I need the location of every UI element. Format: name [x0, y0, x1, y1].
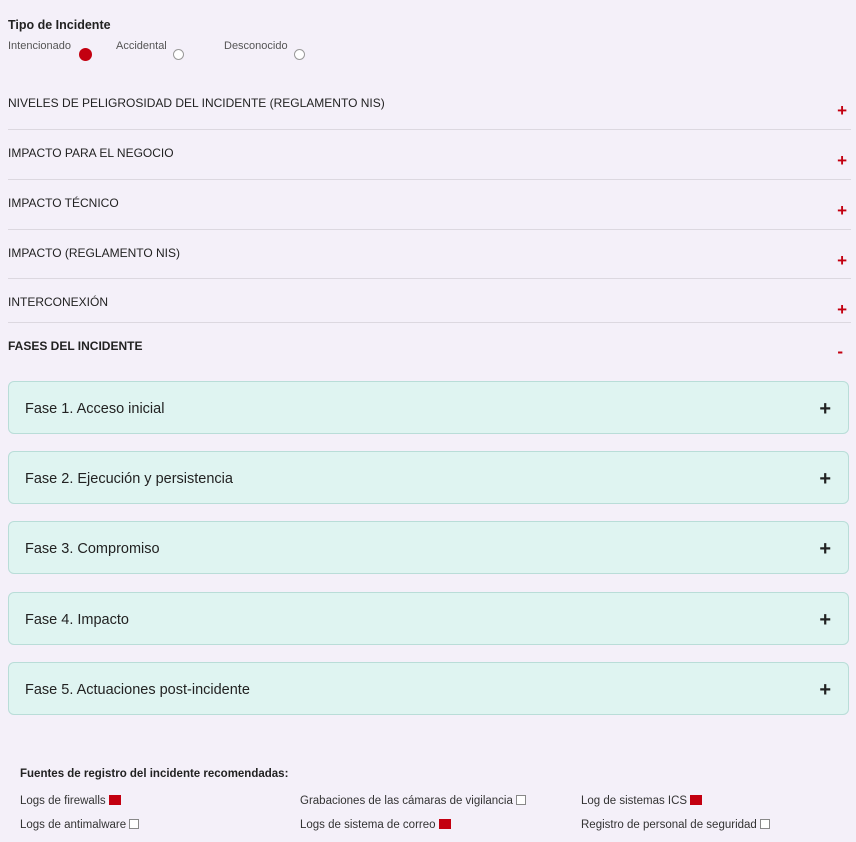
expand-icon[interactable]: + [837, 102, 847, 119]
source-checkbox[interactable] [515, 795, 526, 805]
source-label: Logs de antimalware [20, 819, 127, 831]
section-interconexion[interactable]: INTERCONEXIÓN + [8, 279, 851, 323]
fase-label: Fase 4. Impacto [25, 612, 129, 628]
radio-desconocido[interactable] [294, 49, 305, 60]
radio-accidental[interactable] [173, 49, 184, 60]
source-item: Registro de personal de seguridad [581, 819, 770, 831]
source-label: Registro de personal de seguridad [581, 819, 757, 831]
fase-1-panel[interactable]: Fase 1. Acceso inicial + [8, 381, 849, 434]
section-label: NIVELES DE PELIGROSIDAD DEL INCIDENTE (R… [8, 96, 385, 110]
source-checkbox[interactable] [108, 795, 121, 805]
source-item: Grabaciones de las cámaras de vigilancia [300, 795, 526, 807]
section-label: FASES DEL INCIDENTE [8, 339, 143, 353]
section-fases-incidente[interactable]: FASES DEL INCIDENTE - [8, 323, 851, 363]
sources-title: Fuentes de registro del incidente recome… [20, 768, 289, 780]
collapse-icon[interactable]: - [837, 343, 843, 360]
section-impacto-nis[interactable]: IMPACTO (REGLAMENTO NIS) + [8, 230, 851, 279]
radio-label-accidental: Accidental [116, 40, 167, 52]
tipo-incidente-title: Tipo de Incidente [8, 18, 111, 32]
fase-label: Fase 2. Ejecución y persistencia [25, 471, 233, 487]
expand-icon[interactable]: + [819, 539, 831, 559]
fase-4-panel[interactable]: Fase 4. Impacto + [8, 592, 849, 645]
fase-5-panel[interactable]: Fase 5. Actuaciones post-incidente + [8, 662, 849, 715]
source-item: Log de sistemas ICS [581, 795, 703, 807]
source-label: Logs de sistema de correo [300, 819, 436, 831]
section-label: IMPACTO TÉCNICO [8, 196, 119, 210]
section-niveles-peligrosidad[interactable]: NIVELES DE PELIGROSIDAD DEL INCIDENTE (R… [8, 88, 851, 130]
expand-icon[interactable]: + [837, 301, 847, 318]
source-item: Logs de antimalware [20, 819, 140, 831]
source-item: Logs de firewalls [20, 795, 121, 807]
source-label: Log de sistemas ICS [581, 795, 688, 807]
source-checkbox[interactable] [129, 819, 140, 829]
expand-icon[interactable]: + [837, 202, 847, 219]
section-label: IMPACTO PARA EL NEGOCIO [8, 146, 174, 160]
radio-label-desconocido: Desconocido [224, 40, 288, 52]
source-item: Logs de sistema de correo [300, 819, 451, 831]
expand-icon[interactable]: + [819, 469, 831, 489]
expand-icon[interactable]: + [819, 680, 831, 700]
section-impacto-tecnico[interactable]: IMPACTO TÉCNICO + [8, 180, 851, 230]
section-label: INTERCONEXIÓN [8, 295, 109, 309]
source-checkbox[interactable] [759, 819, 770, 829]
fase-label: Fase 5. Actuaciones post-incidente [25, 682, 250, 698]
fase-label: Fase 3. Compromiso [25, 541, 160, 557]
radio-intencionado[interactable] [79, 48, 92, 61]
source-checkbox[interactable] [690, 795, 703, 805]
expand-icon[interactable]: + [837, 252, 847, 269]
expand-icon[interactable]: + [819, 399, 831, 419]
tipo-incidente-radio-group: Intencionado Accidental Desconocido [0, 40, 400, 64]
section-impacto-negocio[interactable]: IMPACTO PARA EL NEGOCIO + [8, 130, 851, 180]
radio-label-intencionado: Intencionado [8, 40, 71, 52]
section-label: IMPACTO (REGLAMENTO NIS) [8, 246, 181, 260]
fase-label: Fase 1. Acceso inicial [25, 401, 165, 417]
source-label: Logs de firewalls [20, 795, 106, 807]
fase-2-panel[interactable]: Fase 2. Ejecución y persistencia + [8, 451, 849, 504]
source-label: Grabaciones de las cámaras de vigilancia [300, 795, 513, 807]
expand-icon[interactable]: + [819, 610, 831, 630]
expand-icon[interactable]: + [837, 152, 847, 169]
fase-3-panel[interactable]: Fase 3. Compromiso + [8, 521, 849, 574]
source-checkbox[interactable] [438, 819, 451, 829]
